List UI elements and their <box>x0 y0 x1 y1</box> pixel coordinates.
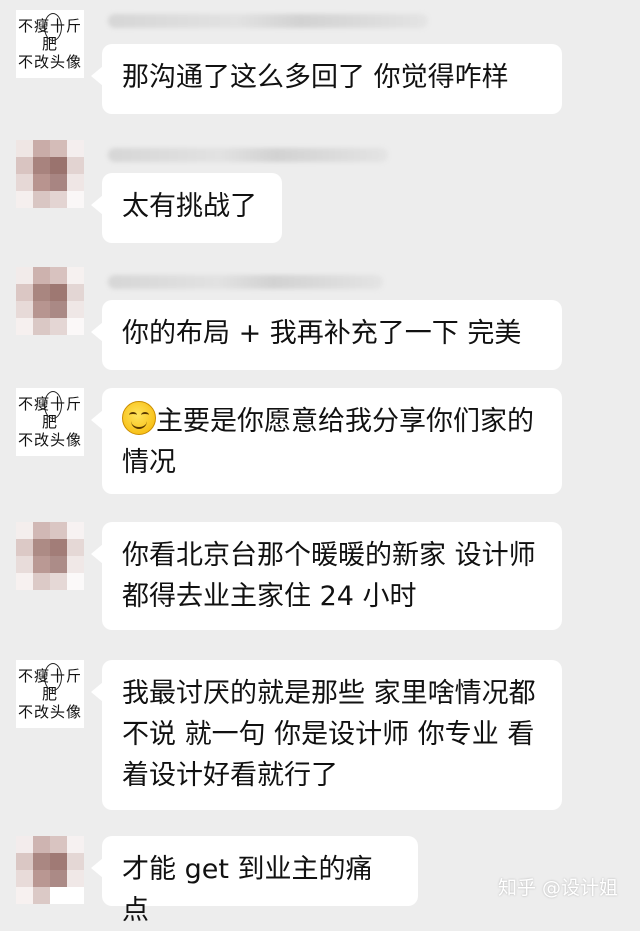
message-text: 主要是你愿意给我分享你们家的情况 <box>122 406 534 478</box>
avatar-ring <box>44 391 62 419</box>
message-bubble[interactable]: 我最讨厌的就是那些 家里啥情况都不说 就一句 你是设计师 你专业 看着设计好看就… <box>91 660 562 810</box>
avatar-text-line: 不改头像 <box>17 703 82 721</box>
message-text: 那沟通了这么多回了 你觉得咋样 <box>122 62 509 93</box>
message-bubble[interactable]: 主要是你愿意给我分享你们家的情况 <box>91 388 562 494</box>
avatar[interactable]: 不瘦十斤 肥 不改头像 <box>16 660 84 728</box>
message-text: 你的布局 + 我再补充了一下 完美 <box>122 318 522 349</box>
sender-name-blurred <box>108 275 383 289</box>
avatar[interactable] <box>16 267 84 335</box>
message-bubble[interactable]: 你看北京台那个暖暖的新家 设计师都得去业主家住 24 小时 <box>91 522 562 630</box>
message-text: 太有挑战了 <box>122 191 257 222</box>
avatar[interactable]: 不瘦十斤 肥 不改头像 <box>16 10 84 78</box>
avatar[interactable] <box>16 522 84 590</box>
avatar[interactable]: 不瘦十斤 肥 不改头像 <box>16 388 84 456</box>
message-bubble[interactable]: 才能 get 到业主的痛点 <box>91 836 418 926</box>
avatar-ring <box>44 663 62 691</box>
message-text: 你看北京台那个暖暖的新家 设计师都得去业主家住 24 小时 <box>122 540 536 612</box>
avatar[interactable] <box>16 836 84 904</box>
avatar-text-line: 不改头像 <box>17 431 82 449</box>
message-bubble[interactable]: 你的布局 + 我再补充了一下 完美 <box>91 300 562 370</box>
message-text: 我最讨厌的就是那些 家里啥情况都不说 就一句 你是设计师 你专业 看着设计好看就… <box>122 678 536 791</box>
avatar-ring <box>44 13 62 41</box>
avatar-text-line: 不改头像 <box>17 53 82 71</box>
sender-name-blurred <box>108 148 388 162</box>
message-bubble[interactable]: 那沟通了这么多回了 你觉得咋样 <box>91 44 562 114</box>
message-text: 才能 get 到业主的痛点 <box>122 854 373 926</box>
avatar[interactable] <box>16 140 84 208</box>
sender-name-blurred <box>108 14 428 28</box>
watermark: 知乎 @设计姐 <box>497 877 618 899</box>
smiling-face-icon <box>122 401 156 435</box>
message-bubble[interactable]: 太有挑战了 <box>91 173 282 243</box>
